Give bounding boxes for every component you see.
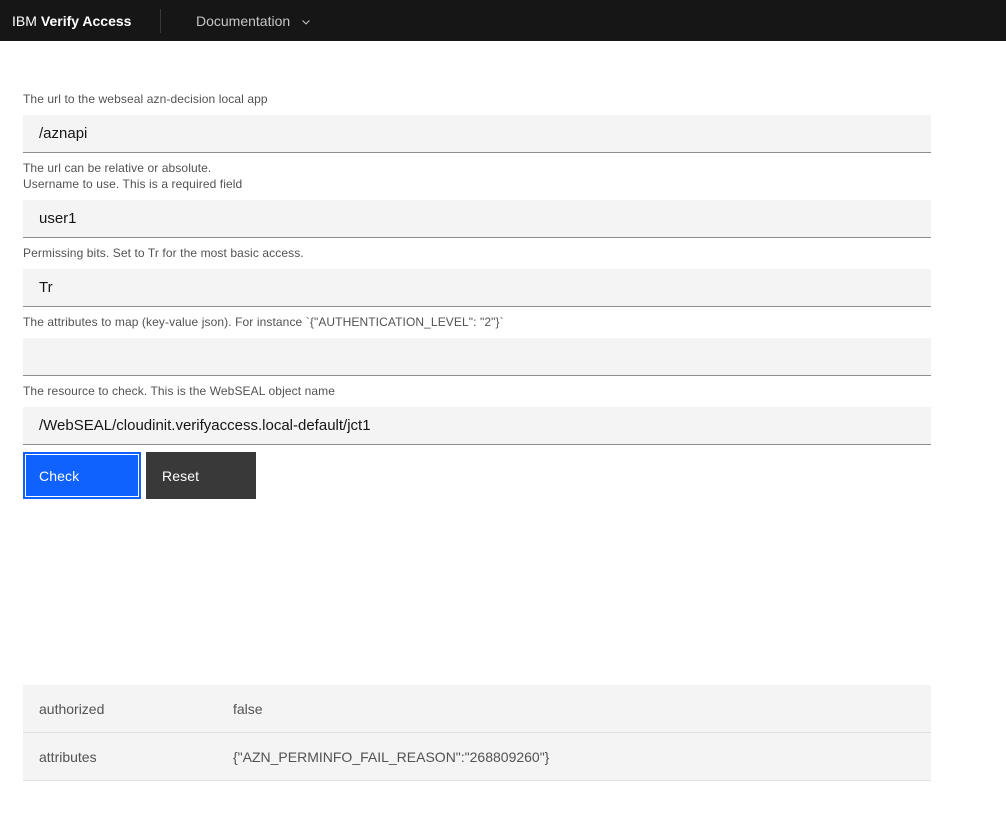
brand-name: Verify Access xyxy=(40,12,132,29)
brand-prefix: IBM xyxy=(12,12,37,29)
reset-button[interactable]: Reset xyxy=(146,452,256,499)
main-content: The url to the webseal azn-decision loca… xyxy=(23,41,931,781)
field-resource: The resource to check. This is the WebSE… xyxy=(23,383,931,445)
button-row: Check Reset xyxy=(23,452,931,499)
username-label: Username to use. This is a required fiel… xyxy=(23,177,243,191)
attributes-input[interactable] xyxy=(23,338,931,376)
result-value: {"AZN_PERMINFO_FAIL_REASON":"268809260"} xyxy=(233,748,550,765)
field-azn-url: The url to the webseal azn-decision loca… xyxy=(23,91,931,176)
resource-input[interactable] xyxy=(23,407,931,445)
permission-bits-input[interactable] xyxy=(23,269,931,307)
app-header: IBM Verify Access Documentation xyxy=(0,0,1006,41)
resource-label: The resource to check. This is the WebSE… xyxy=(23,384,335,398)
field-username: Username to use. This is a required fiel… xyxy=(23,176,931,238)
field-permission-bits: Permissing bits. Set to Tr for the most … xyxy=(23,245,931,307)
result-key: authorized xyxy=(39,700,105,717)
permission-bits-label: Permissing bits. Set to Tr for the most … xyxy=(23,246,304,260)
documentation-menu-label: Documentation xyxy=(196,12,291,29)
azn-url-input[interactable] xyxy=(23,115,931,153)
check-button[interactable]: Check xyxy=(23,452,141,499)
result-row-authorized: authorized false xyxy=(23,685,931,733)
documentation-menu[interactable]: Documentation xyxy=(161,0,328,41)
results-table: authorized false attributes {"AZN_PERMIN… xyxy=(23,685,931,781)
field-attributes: The attributes to map (key-value json). … xyxy=(23,314,931,376)
azn-url-helper: The url can be relative or absolute. xyxy=(23,161,212,175)
result-value: false xyxy=(233,700,263,717)
result-key: attributes xyxy=(39,748,97,765)
azn-url-label: The url to the webseal azn-decision loca… xyxy=(23,92,268,106)
result-row-attributes: attributes {"AZN_PERMINFO_FAIL_REASON":"… xyxy=(23,733,931,781)
attributes-label: The attributes to map (key-value json). … xyxy=(23,315,504,329)
chevron-down-icon xyxy=(300,16,312,28)
header-brand[interactable]: IBM Verify Access xyxy=(0,13,160,29)
username-input[interactable] xyxy=(23,200,931,238)
